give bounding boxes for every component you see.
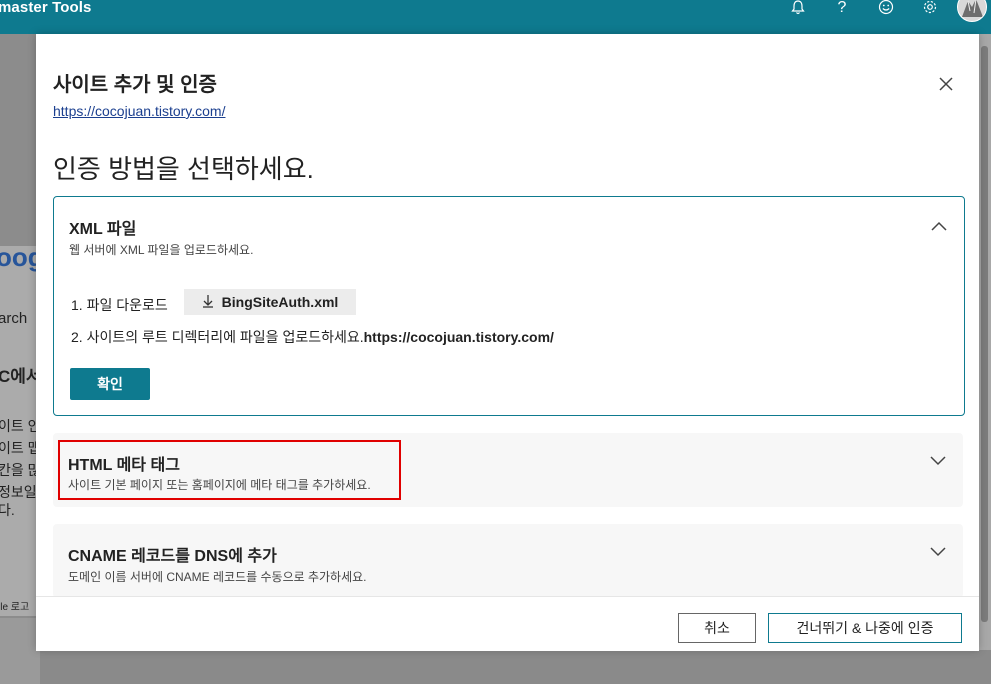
dialog-title: 사이트 추가 및 인증 bbox=[53, 74, 217, 96]
step-2-label: 2. 사이트의 루트 디렉터리에 파일을 업로드하세요.https://coco… bbox=[71, 327, 554, 347]
background-footer-text: ile 로고 bbox=[0, 602, 30, 613]
cname-method-card[interactable]: CNAME 레코드를 DNS에 추가 도메인 이름 서버에 CNAME 레코드를… bbox=[53, 524, 963, 598]
chevron-up-icon[interactable] bbox=[930, 219, 948, 231]
method-title: CNAME 레코드를 DNS에 추가 bbox=[68, 548, 277, 565]
background-search-text: arch bbox=[0, 310, 28, 327]
help-icon[interactable]: ? bbox=[833, 0, 851, 16]
chevron-down-icon[interactable] bbox=[929, 453, 947, 466]
chevron-down-icon[interactable] bbox=[929, 544, 947, 557]
confirm-button[interactable]: 확인 bbox=[70, 368, 150, 400]
download-file-button[interactable]: BingSiteAuth.xml bbox=[184, 289, 356, 315]
page-scrollbar[interactable] bbox=[978, 34, 991, 650]
highlight-box bbox=[58, 440, 401, 500]
gear-icon[interactable] bbox=[921, 0, 939, 16]
scrollbar-thumb[interactable] bbox=[981, 46, 988, 622]
top-app-bar: master Tools ? bbox=[0, 0, 991, 34]
background-line: 이트 맵 bbox=[0, 440, 41, 456]
add-verify-site-dialog: 사이트 추가 및 인증 https://cocojuan.tistory.com… bbox=[36, 34, 979, 651]
step-2-url: https://cocojuan.tistory.com/ bbox=[363, 329, 554, 345]
dialog-footer: 취소 건너뛰기 & 나중에 인증 bbox=[36, 596, 979, 651]
background-footer bbox=[0, 618, 40, 684]
skip-verify-later-button[interactable]: 건너뛰기 & 나중에 인증 bbox=[768, 613, 962, 643]
app-title: master Tools bbox=[0, 0, 92, 16]
cancel-button[interactable]: 취소 bbox=[678, 613, 756, 643]
step-2-text: 2. 사이트의 루트 디렉터리에 파일을 업로드하세요. bbox=[71, 329, 364, 345]
bell-icon[interactable] bbox=[789, 0, 807, 16]
method-subtitle: 도메인 이름 서버에 CNAME 레코드를 수동으로 추가하세요. bbox=[68, 570, 367, 584]
method-heading: 인증 방법을 선택하세요. bbox=[53, 154, 314, 184]
background-line: 다. bbox=[0, 502, 15, 518]
download-file-name: BingSiteAuth.xml bbox=[221, 294, 339, 310]
site-url-link[interactable]: https://cocojuan.tistory.com/ bbox=[53, 103, 225, 119]
background-line: 이트 인 bbox=[0, 418, 41, 434]
method-subtitle: 웹 서버에 XML 파일을 업로드하세요. bbox=[69, 243, 254, 257]
background-line: 칸을 많 bbox=[0, 462, 41, 478]
xml-file-method-card[interactable]: XML 파일 웹 서버에 XML 파일을 업로드하세요. 1. 파일 다운로드 … bbox=[53, 196, 965, 416]
step-1-label: 1. 파일 다운로드 bbox=[71, 297, 168, 313]
download-icon bbox=[202, 294, 214, 311]
smiley-icon[interactable] bbox=[877, 0, 895, 16]
avatar[interactable] bbox=[957, 0, 987, 22]
method-title: XML 파일 bbox=[69, 221, 137, 238]
background-line: 정보일 bbox=[0, 484, 37, 500]
close-icon[interactable] bbox=[936, 74, 956, 94]
